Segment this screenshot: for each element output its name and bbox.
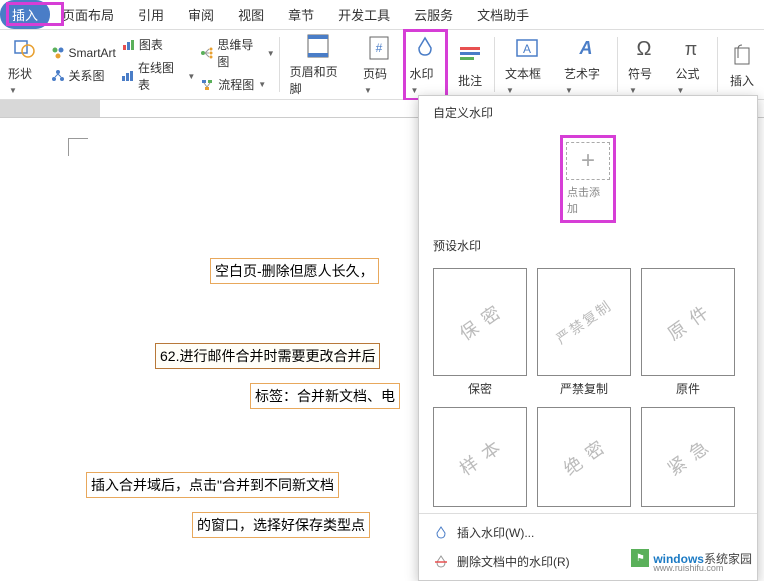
preset-top-secret[interactable]: 绝 密 bbox=[537, 407, 631, 507]
symbol-icon: Ω bbox=[630, 34, 658, 62]
smartart-button[interactable]: SmartArt bbox=[48, 44, 118, 62]
formula-icon: π bbox=[677, 34, 705, 62]
page-number-icon: # bbox=[365, 34, 393, 62]
shape-button[interactable]: 形状▼ bbox=[0, 32, 48, 98]
mindmap-icon bbox=[199, 45, 214, 61]
chart-button[interactable]: 图表 bbox=[118, 35, 197, 54]
preset-urgent[interactable]: 紧 急 bbox=[641, 407, 735, 507]
preset-sample[interactable]: 样 本 bbox=[433, 407, 527, 507]
tab-layout[interactable]: 页面布局 bbox=[50, 0, 126, 29]
online-chart-button[interactable]: 在线图表▼ bbox=[118, 58, 197, 94]
doc-text-line-3[interactable]: 标签：合并新文档、电 bbox=[250, 383, 400, 409]
svg-text:A: A bbox=[578, 38, 592, 58]
branding: ⚑ windows系统家园 www.ruishifu.com bbox=[631, 549, 752, 567]
watermark-label: 水印▼ bbox=[410, 65, 442, 96]
delete-watermark-icon bbox=[433, 554, 449, 570]
relation-button[interactable]: 关系图 bbox=[48, 66, 118, 85]
svg-text:Ω: Ω bbox=[636, 38, 651, 60]
relation-icon bbox=[50, 68, 66, 84]
tab-devtools[interactable]: 开发工具 bbox=[326, 0, 402, 29]
watermark-icon bbox=[411, 34, 439, 62]
brand-url: www.ruishifu.com bbox=[653, 563, 723, 573]
plus-icon: + bbox=[566, 142, 610, 180]
textbox-label: 文本框▼ bbox=[505, 65, 548, 96]
watermark-dropdown: 自定义水印 + 点击添加 预设水印 保 密 保密 严禁复制 严禁复制 原 件 原… bbox=[418, 95, 758, 581]
preset-no-copy[interactable]: 严禁复制 严禁复制 bbox=[537, 268, 631, 397]
wordart-label: 艺术字▼ bbox=[564, 65, 607, 96]
shape-label: 形状▼ bbox=[8, 65, 40, 96]
tab-reference[interactable]: 引用 bbox=[126, 0, 176, 29]
page-number-label: 页码▼ bbox=[363, 65, 395, 96]
textbox-button[interactable]: A 文本框▼ bbox=[497, 32, 556, 98]
flowchart-icon bbox=[199, 77, 215, 93]
tab-view[interactable]: 视图 bbox=[226, 0, 276, 29]
svg-text:A: A bbox=[523, 42, 531, 56]
shape-icon bbox=[10, 34, 38, 62]
comment-icon bbox=[456, 41, 484, 69]
header-footer-label: 页眉和页脚 bbox=[290, 63, 347, 97]
wordart-button[interactable]: A 艺术字▼ bbox=[556, 32, 615, 98]
tab-review[interactable]: 审阅 bbox=[176, 0, 226, 29]
chart-icon bbox=[120, 37, 136, 53]
doc-text-line-5[interactable]: 的窗口，选择好保存类型点 bbox=[192, 512, 370, 538]
tab-cloud[interactable]: 云服务 bbox=[402, 0, 465, 29]
custom-section-title: 自定义水印 bbox=[419, 96, 757, 129]
symbol-label: 符号▼ bbox=[628, 65, 660, 96]
brand-flag-icon: ⚑ bbox=[631, 549, 649, 567]
tab-section[interactable]: 章节 bbox=[276, 0, 326, 29]
insert-right-button[interactable]: 插入 bbox=[720, 39, 764, 91]
tab-insert[interactable]: 插入 bbox=[0, 0, 50, 29]
preset-original[interactable]: 原 件 原件 bbox=[641, 268, 735, 397]
custom-watermark-add[interactable]: + 点击添加 bbox=[560, 135, 616, 223]
doc-text-line-1[interactable]: 空白页-删除但愿人长久， bbox=[210, 258, 379, 284]
page-corner bbox=[68, 138, 88, 156]
insert-watermark-icon bbox=[433, 525, 449, 541]
doc-text-line-4[interactable]: 插入合并域后，点击"合并到不同新文档 bbox=[86, 472, 339, 498]
svg-text:#: # bbox=[375, 41, 382, 55]
smartart-icon bbox=[50, 45, 66, 61]
formula-button[interactable]: π 公式▼ bbox=[668, 32, 716, 98]
textbox-icon: A bbox=[513, 34, 541, 62]
header-footer-button[interactable]: 页眉和页脚 bbox=[282, 30, 355, 99]
flowchart-button[interactable]: 流程图▼ bbox=[197, 75, 276, 94]
ribbon: 形状▼ SmartArt 关系图 图表 在线图表▼ 思维导图▼ 流程图▼ 页眉和… bbox=[0, 30, 764, 100]
wordart-icon: A bbox=[572, 34, 600, 62]
doc-text-line-2[interactable]: 62.进行邮件合并时需要更改合并后 bbox=[155, 343, 380, 369]
preset-confidential[interactable]: 保 密 保密 bbox=[433, 268, 527, 397]
online-chart-icon bbox=[120, 68, 135, 84]
menu-insert-watermark[interactable]: 插入水印(W)... bbox=[419, 518, 757, 547]
watermark-button[interactable]: 水印▼ bbox=[403, 29, 449, 101]
insert-right-label: 插入 bbox=[730, 72, 754, 89]
header-footer-icon bbox=[304, 32, 332, 60]
svg-text:π: π bbox=[685, 39, 697, 59]
symbol-button[interactable]: Ω 符号▼ bbox=[620, 32, 668, 98]
comment-button[interactable]: 批注 bbox=[448, 39, 492, 91]
mindmap-button[interactable]: 思维导图▼ bbox=[197, 35, 276, 71]
custom-add-label: 点击添加 bbox=[567, 182, 609, 216]
preset-section-title: 预设水印 bbox=[419, 229, 757, 262]
attachment-icon bbox=[728, 41, 756, 69]
tab-bar: 插入 页面布局 引用 审阅 视图 章节 开发工具 云服务 文档助手 bbox=[0, 0, 764, 30]
comment-label: 批注 bbox=[458, 72, 482, 89]
formula-label: 公式▼ bbox=[676, 65, 708, 96]
page-number-button[interactable]: # 页码▼ bbox=[355, 32, 403, 98]
tab-assistant[interactable]: 文档助手 bbox=[465, 0, 541, 29]
